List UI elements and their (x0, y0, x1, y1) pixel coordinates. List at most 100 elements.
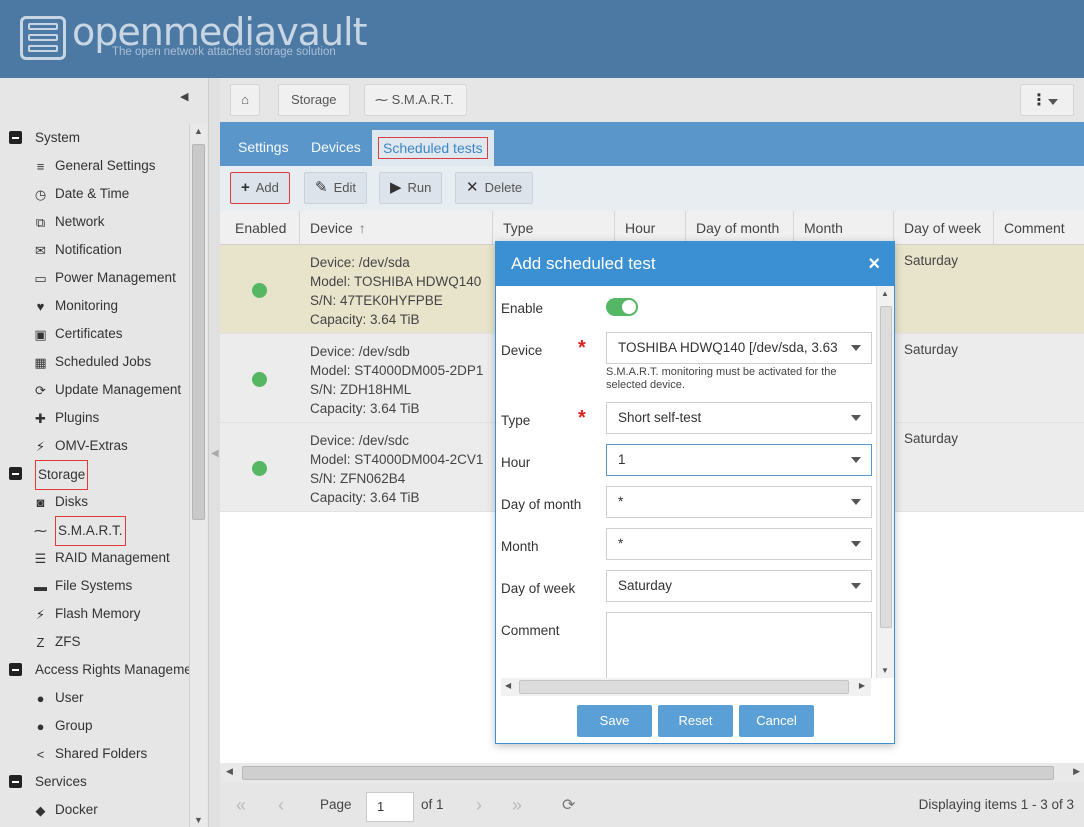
reset-button[interactable]: Reset (658, 705, 733, 737)
col-device[interactable]: Device ↑ (300, 211, 493, 245)
col-comment[interactable]: Comment (994, 211, 1084, 245)
next-page-icon[interactable]: › (476, 795, 482, 816)
disk-icon: ◙ (36, 495, 45, 510)
dialog-scroll-thumb[interactable] (880, 306, 892, 628)
heartbeat-icon: ♥ (36, 299, 45, 314)
dialog-vertical-scrollbar[interactable]: ▲ ▼ (876, 286, 894, 678)
add-scheduled-test-dialog: Add scheduled test × Enable Device * TOS… (495, 241, 895, 744)
omv-logo-icon (20, 16, 66, 60)
certificate-icon: ▣ (34, 327, 47, 342)
col-enabled[interactable]: Enabled (220, 211, 300, 245)
app-header: openmediavault The open network attached… (0, 0, 1084, 78)
col-hour[interactable]: Hour (615, 211, 686, 245)
enabled-status-icon (252, 372, 267, 387)
last-page-icon[interactable]: » (512, 795, 522, 816)
month-label: Month (501, 539, 539, 554)
refresh-icon: ⟳ (35, 383, 46, 398)
tab-bar: Settings Devices Scheduled tests (220, 122, 1084, 166)
navigation-tree: System ≡ General Settings ◷ Date & Time ⧉ Netw… (0, 124, 189, 827)
envelope-icon: ✉ (35, 243, 46, 258)
enabled-status-icon (252, 283, 267, 298)
first-page-icon[interactable]: « (236, 795, 246, 816)
day-of-month-label: Day of month (501, 497, 582, 512)
sidebar-item-label: ZFS (55, 634, 81, 649)
sidebar-scroll-thumb[interactable] (192, 144, 205, 520)
sidebar-item-label: Storage (35, 460, 89, 490)
collapse-sidebar-icon[interactable]: ◀ (180, 90, 194, 104)
sort-asc-icon: ↑ (358, 220, 366, 236)
sidebar-item-label: RAID Management (55, 550, 170, 565)
grid-horizontal-scrollbar[interactable]: ◀ ▶ (220, 763, 1084, 783)
day-of-week-cell: Saturday (904, 342, 959, 357)
col-day-of-month[interactable]: Day of month (686, 211, 794, 245)
sidebar-item-label: System (35, 130, 81, 145)
close-icon[interactable]: × (868, 242, 880, 286)
sidebar-item-label: Flash Memory (55, 606, 141, 621)
clock-icon: ◷ (34, 187, 47, 202)
home-button[interactable]: ⌂ (230, 84, 260, 116)
breadcrumb-bar: ⌂ Storage ⁓ S.M.A.R.T. ⋮ (220, 78, 1084, 122)
tab-scheduled-tests[interactable]: Scheduled tests (372, 130, 494, 166)
sidebar-item-label: Notification (55, 242, 122, 257)
required-icon: * (578, 407, 586, 429)
dialog-hscroll-thumb[interactable] (519, 680, 849, 694)
month-select[interactable]: * (606, 528, 872, 560)
sidebar-item-label: General Settings (55, 158, 156, 173)
col-type[interactable]: Type (493, 211, 615, 245)
collapse-group-icon[interactable] (9, 775, 22, 788)
day-of-week-select[interactable]: Saturday (606, 570, 872, 602)
edit-button[interactable]: ✎ Edit (304, 172, 367, 204)
prev-page-icon[interactable]: ‹ (278, 795, 284, 816)
col-month[interactable]: Month (794, 211, 894, 245)
enabled-status-icon (252, 461, 267, 476)
delete-button[interactable]: ✕ Delete (455, 172, 534, 204)
pulse-icon: ⁓ (375, 92, 392, 107)
pager-status: Displaying items 1 - 3 of 3 (918, 797, 1074, 812)
chevron-down-icon (1048, 99, 1058, 105)
sidebar-item-label: Disks (55, 494, 88, 509)
sidebar-item-label: OMV-Extras (55, 438, 128, 453)
splitter[interactable]: ◀ (209, 78, 220, 827)
kebab-icon: ⋮ (1031, 92, 1047, 109)
enable-label: Enable (501, 301, 544, 316)
device-select[interactable]: TOSHIBA HDWQ140 [/dev/sda, 3.63 (606, 332, 872, 364)
run-button[interactable]: ▶ Run (379, 172, 443, 204)
pulse-icon: ⁓ (34, 523, 47, 538)
type-select[interactable]: Short self-test (606, 402, 872, 434)
add-button[interactable]: + Add (230, 172, 290, 204)
brand-tagline: The open network attached storage soluti… (112, 46, 336, 58)
save-button[interactable]: Save (577, 705, 652, 737)
calendar-icon: ▦ (34, 355, 47, 370)
col-day-of-week[interactable]: Day of week (894, 211, 994, 245)
chevron-down-icon (851, 457, 861, 463)
refresh-icon[interactable]: ⟳ (562, 795, 575, 815)
plus-icon: + (241, 179, 250, 196)
comment-textarea[interactable] (606, 612, 872, 678)
collapse-group-icon[interactable] (9, 467, 22, 480)
chevron-down-icon (851, 499, 861, 505)
users-icon: ● (36, 719, 45, 734)
folder-icon: ▬ (34, 579, 47, 594)
cancel-button[interactable]: Cancel (739, 705, 814, 737)
tab-devices[interactable]: Devices (305, 132, 367, 162)
database-icon: ☰ (34, 551, 47, 566)
day-of-month-select[interactable]: * (606, 486, 872, 518)
collapse-group-icon[interactable] (9, 131, 22, 144)
sidebar-item-label: Scheduled Jobs (55, 354, 152, 369)
sidebar-item-label: Certificates (55, 326, 123, 341)
grid-scroll-thumb[interactable] (242, 766, 1054, 780)
collapse-group-icon[interactable] (9, 663, 22, 676)
breadcrumb-smart[interactable]: ⁓ S.M.A.R.T. (364, 84, 467, 116)
dialog-horizontal-scrollbar[interactable]: ◀ ▶ (501, 678, 871, 696)
day-of-week-cell: Saturday (904, 431, 959, 446)
chevron-down-icon (851, 541, 861, 547)
more-menu-button[interactable]: ⋮ (1020, 84, 1074, 116)
hour-select[interactable]: 1 (606, 444, 872, 476)
page-input[interactable]: 1 (366, 792, 414, 822)
enable-toggle[interactable] (606, 298, 638, 316)
breadcrumb-storage[interactable]: Storage (278, 84, 350, 116)
sidebar-item-label: Access Rights Manageme (35, 662, 189, 677)
required-icon: * (578, 337, 586, 359)
sidebar-scrollbar[interactable]: ▲ ▼ (189, 124, 207, 827)
tab-settings[interactable]: Settings (232, 132, 295, 162)
